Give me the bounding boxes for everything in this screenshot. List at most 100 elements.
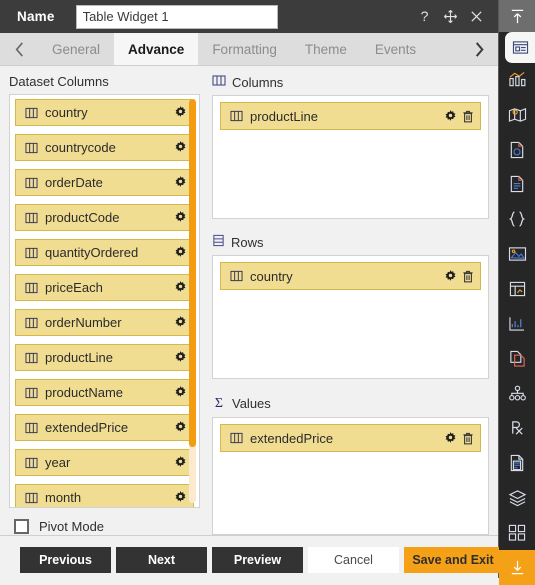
tab-theme[interactable]: Theme [290,33,361,65]
tab-label: Formatting [212,41,277,57]
gear-icon[interactable] [174,176,187,189]
gear-icon[interactable] [444,109,457,123]
dataset-columns-title: Dataset Columns [9,74,206,89]
dataset-column-item[interactable]: orderDate [15,169,194,196]
gear-icon[interactable] [174,421,187,434]
gear-icon[interactable] [174,141,187,154]
rows-field-item[interactable]: country [220,262,481,290]
svg-text:?: ? [421,9,429,24]
dataset-column-item[interactable]: year [15,449,194,476]
pill-actions [444,431,474,445]
column-icon [25,142,38,154]
gear-icon[interactable] [444,269,457,283]
dataset-columns-list[interactable]: country countrycode orderDate productCode qu… [9,94,200,508]
pill-actions [174,281,187,294]
dataset-column-item[interactable]: countrycode [15,134,194,161]
copy-page-icon[interactable] [499,341,535,376]
pill-label: year [45,455,71,470]
dataset-column-item[interactable]: productCode [15,204,194,231]
pill-label: month [45,490,82,505]
tab-label: Theme [304,41,347,57]
delete-icon[interactable] [462,110,474,123]
gear-icon[interactable] [174,281,187,294]
name-label: Name [17,9,55,24]
map-icon[interactable] [499,97,535,132]
column-icon [25,457,38,469]
dataset-column-item[interactable]: quantityOrdered [15,239,194,266]
tab-general[interactable]: General [38,33,115,65]
gear-icon[interactable] [174,106,187,119]
move-arrows-icon[interactable] [442,8,459,25]
report-file-icon[interactable] [499,446,535,481]
question-mark-icon[interactable]: ? [416,8,433,25]
values-field-item[interactable]: extendedPrice [220,424,481,452]
scrollbar-thumb[interactable] [189,99,196,447]
tab-advance[interactable]: Advance [114,33,199,65]
close-icon[interactable] [468,8,485,25]
table-widget-icon[interactable] [499,271,535,306]
dataset-column-item[interactable]: month [15,484,194,507]
columns-field-item[interactable]: productLine [220,102,481,130]
values-items: extendedPrice [220,424,481,452]
dataset-column-item[interactable]: extendedPrice [15,414,194,441]
layers-icon[interactable] [499,480,535,515]
tab-formatting[interactable]: Formatting [198,33,291,65]
image-icon[interactable] [499,237,535,272]
tab-label: Advance [128,41,185,57]
columns-drop-zone[interactable]: productLine [212,95,489,219]
tab-scroll-right-button[interactable] [460,33,498,65]
gear-icon[interactable] [444,431,457,445]
pill-actions [174,421,187,434]
gear-icon[interactable] [174,316,187,329]
pivot-mode-row[interactable]: Pivot Mode [9,519,206,534]
pill-label: extendedPrice [250,430,334,446]
next-button[interactable]: Next [116,546,207,573]
gear-icon[interactable] [174,246,187,259]
delete-icon[interactable] [462,432,474,445]
column-icon [230,432,243,444]
line-chart-icon[interactable] [499,306,535,341]
widget-name-input[interactable] [75,4,278,29]
values-drop-zone[interactable]: extendedPrice [212,417,489,535]
tab-events[interactable]: Events [360,33,431,65]
dataset-column-item[interactable]: orderNumber [15,309,194,336]
pivot-mode-label: Pivot Mode [39,519,105,534]
dataset-columns-items: country countrycode orderDate productCode qu… [15,99,194,507]
previous-button[interactable]: Previous [20,546,111,573]
dataset-list-scrollbar[interactable] [189,99,196,503]
hierarchy-icon[interactable] [499,376,535,411]
chart-icon[interactable] [499,63,535,98]
save-and-exit-button[interactable]: Save and Exit [404,546,502,573]
dataset-column-item[interactable]: priceEach [15,274,194,301]
gear-icon[interactable] [174,351,187,364]
rows-items: country [220,262,481,290]
gear-icon[interactable] [174,386,187,399]
code-braces-icon[interactable] [499,202,535,237]
rows-drop-zone[interactable]: country [212,255,489,379]
gear-icon[interactable] [174,456,187,469]
prescription-icon[interactable] [499,411,535,446]
pdf-file-icon[interactable] [499,132,535,167]
widget-panel-icon[interactable] [505,32,535,63]
preview-button[interactable]: Preview [212,546,303,573]
dataset-column-item[interactable]: productName [15,379,194,406]
column-icon [25,387,38,399]
pill-actions [174,351,187,364]
delete-icon[interactable] [462,270,474,283]
download-icon[interactable] [499,550,535,585]
gear-icon[interactable] [174,491,187,504]
pill-actions [444,269,474,283]
right-vertical-toolbar [499,0,535,585]
cancel-button[interactable]: Cancel [308,546,399,573]
pill-label: productLine [45,350,113,365]
pivot-mode-checkbox[interactable] [14,519,29,534]
collapse-up-icon[interactable] [499,0,535,33]
grid-blocks-icon[interactable] [499,515,535,550]
document-icon[interactable] [499,167,535,202]
dataset-column-item[interactable]: country [15,99,194,126]
tab-scroll-left-button[interactable] [0,33,38,65]
pill-actions [174,246,187,259]
pill-actions [174,386,187,399]
gear-icon[interactable] [174,211,187,224]
dataset-column-item[interactable]: productLine [15,344,194,371]
